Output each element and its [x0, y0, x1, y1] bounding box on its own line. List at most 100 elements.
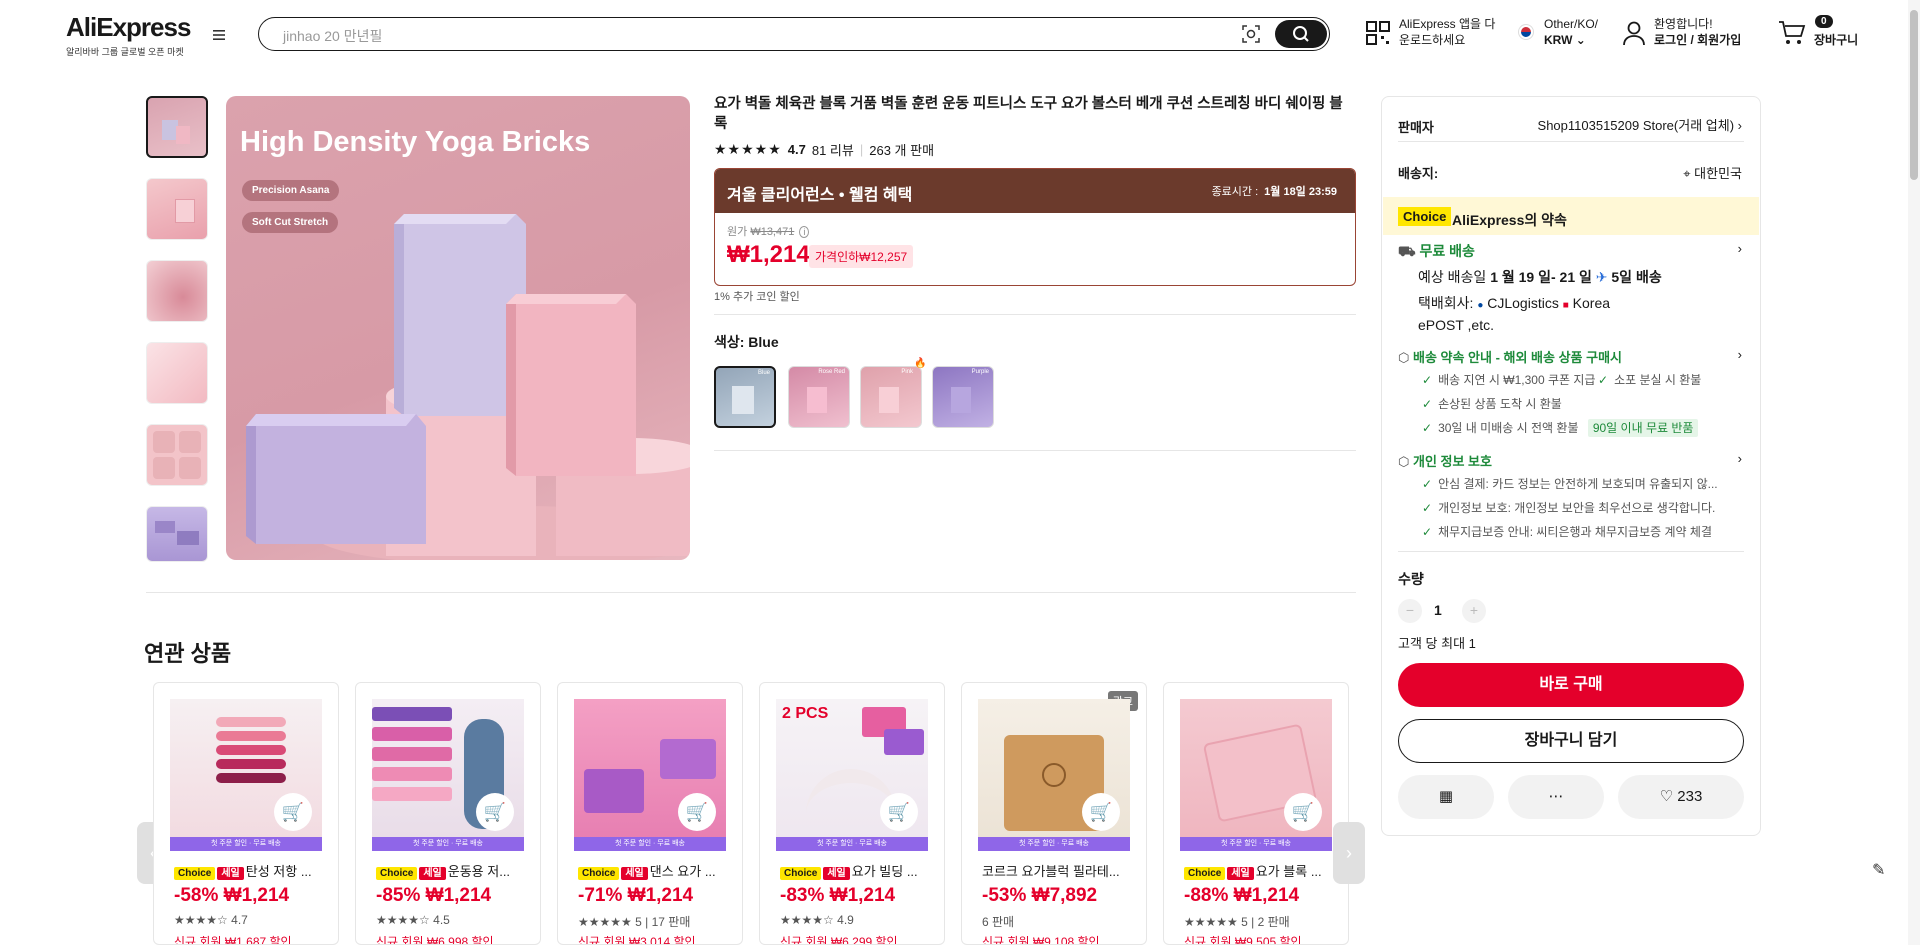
divider — [146, 592, 1356, 593]
card-price: -58% ₩1,214 — [174, 885, 290, 906]
add-to-cart-icon[interactable]: 🛒 — [274, 793, 312, 831]
promise-item: ✓ 손상된 상품 도착 시 환불 — [1422, 395, 1562, 412]
thumbnail[interactable] — [146, 424, 208, 486]
carrier-label: 택배회사: — [1418, 295, 1474, 311]
card-promo-strip: 첫 주문 할인 · 무료 배송 — [372, 837, 524, 851]
add-to-cart-icon[interactable]: 🛒 — [880, 793, 918, 831]
card-price: -53% ₩7,892 — [982, 885, 1098, 906]
check-icon: ✓ — [1422, 421, 1433, 435]
card-meta-text: 4.7 — [231, 913, 248, 927]
page-scrollbar[interactable] — [1908, 0, 1920, 945]
thumbnail[interactable] — [146, 96, 208, 158]
chevron-right-icon[interactable]: › — [1738, 347, 1742, 362]
info-icon[interactable]: i — [799, 226, 810, 238]
thumbnail[interactable] — [146, 178, 208, 240]
card-title: 댄스 요가 ... — [649, 864, 716, 879]
swatch-purple[interactable]: Purple — [932, 366, 994, 428]
eta-dates: 1 월 19 일- 21 일 — [1490, 269, 1592, 285]
quantity-decrease-button[interactable]: − — [1398, 599, 1422, 623]
region-selector[interactable]: Other/KO/ KRW ⌄ — [1518, 16, 1598, 48]
rating-row: ★★★★★ 4.7 81 리뷰 | 263 개 판매 — [714, 140, 934, 159]
privacy-item: ✓ 개인정보 보호: 개인정보 보안을 최우선으로 생각합니다. — [1422, 499, 1715, 516]
swatch-label: Blue — [757, 370, 770, 376]
add-to-cart-icon[interactable]: 🛒 — [1082, 793, 1120, 831]
thumbnail[interactable] — [146, 342, 208, 404]
add-to-cart-icon[interactable]: 🛒 — [678, 793, 716, 831]
card-image[interactable]: 첫 주문 할인 · 무료 배송 🛒 — [574, 699, 726, 851]
star-rating-icon: ★★★★★ — [1184, 915, 1238, 929]
edit-icon[interactable]: ✎ — [1872, 860, 1894, 882]
cart-label: 장바구니 — [1814, 33, 1859, 47]
add-to-cart-button[interactable]: 장바구니 담기 — [1398, 719, 1744, 763]
product-card[interactable]: 첫 주문 할인 · 무료 배송 🛒 Choice 세일 탄성 저항 ... -58%… — [153, 682, 339, 945]
menu-icon[interactable] — [210, 26, 230, 46]
quantity-increase-button[interactable]: + — [1462, 599, 1486, 623]
promo-end-time: 종료시간 : 1월 18일 23:59 — [1212, 183, 1337, 199]
original-price-value: ₩13,471 — [750, 226, 795, 238]
logo-text[interactable]: AliExpress — [66, 12, 191, 43]
header: AliExpress 알리바바 그룹 글로벌 오픈 마켓 jinhao 20 만… — [0, 0, 1920, 68]
delivery-promise[interactable]: ⬡ 배송 약속 안내 - 해외 배송 상품 구매시 — [1398, 347, 1622, 366]
app-download[interactable]: AliExpress 앱을 다 운로드하세요 — [1365, 16, 1495, 48]
currency: KRW ⌄ — [1544, 32, 1598, 48]
share-button[interactable]: ⋯ — [1508, 775, 1604, 819]
promise-item: ✓ 배송 지연 시 ₩1,300 쿠폰 지급 — [1422, 371, 1595, 388]
divider — [714, 314, 1356, 315]
card-image[interactable]: 2 PCS 첫 주문 할인 · 무료 배송 🛒 — [776, 699, 928, 851]
carrier-logo-icon: ■ — [1562, 300, 1569, 311]
thumbnail[interactable] — [146, 260, 208, 322]
thumbnail[interactable] — [146, 506, 208, 562]
card-meta-text: 5 | 2 판매 — [1241, 915, 1290, 929]
seller-link[interactable]: Shop1103515209 Store(거래 업체) › — [1538, 115, 1742, 134]
product-card[interactable]: 첫 주문 할인 · 무료 배송 🛒 Choice 세일 댄스 요가 ... -71%… — [557, 682, 743, 945]
carousel-next-button[interactable]: › — [1333, 822, 1365, 884]
coin-discount: 1% 추가 코인 할인 — [714, 291, 800, 303]
check-icon: ✓ — [1598, 373, 1609, 387]
card-promo-strip: 첫 주문 할인 · 무료 배송 — [170, 837, 322, 851]
region-line1: Other/KO/ — [1544, 17, 1599, 31]
product-card[interactable]: 2 PCS 첫 주문 할인 · 무료 배송 🛒 Choice 세일 요가 빌딩 ..… — [759, 682, 945, 945]
search-input[interactable]: jinhao 20 만년필 — [283, 26, 382, 46]
card-title: 탄성 저항 ... — [245, 864, 312, 879]
swatch-rose-red[interactable]: Rose Red — [788, 366, 850, 428]
ship-to-selector[interactable]: ⌖ 대한민국 — [1683, 163, 1742, 182]
store-button[interactable]: ▦ — [1398, 775, 1494, 819]
free-shipping[interactable]: ⛟ 무료 배송 — [1398, 241, 1475, 262]
card-image[interactable]: 첫 주문 할인 · 무료 배송 🛒 — [372, 699, 524, 851]
scrollbar-thumb[interactable] — [1910, 10, 1918, 180]
search-button[interactable] — [1275, 20, 1327, 48]
card-title: 요가 블록 ... — [1255, 864, 1322, 879]
promo-end-label: 종료시간 : — [1211, 186, 1259, 198]
privacy-section[interactable]: ⬡ 개인 정보 보호 — [1398, 451, 1492, 470]
privacy-item-text: 채무지급보증 안내: 씨티은행과 채무지급보증 계약 체결 — [1438, 525, 1712, 539]
main-product-image[interactable]: High Density Yoga Bricks Precision Asana… — [226, 96, 690, 560]
chevron-right-icon[interactable]: › — [1738, 241, 1742, 256]
product-card[interactable]: 첫 주문 할인 · 무료 배송 🛒 Choice 세일 운동용 저... -85% … — [355, 682, 541, 945]
swatch-blue[interactable]: Blue — [714, 366, 776, 428]
card-promo-strip: 첫 주문 할인 · 무료 배송 — [1180, 837, 1332, 851]
ship-to-label: 배송지: — [1398, 166, 1439, 181]
image-search-icon[interactable] — [1241, 24, 1261, 44]
card-image[interactable]: 첫 주문 할인 · 무료 배송 🛒 — [978, 699, 1130, 851]
buy-now-button[interactable]: 바로 구매 — [1398, 663, 1744, 707]
card-image[interactable]: 첫 주문 할인 · 무료 배송 🛒 — [170, 699, 322, 851]
reviews-link[interactable]: 81 리뷰 — [812, 140, 854, 159]
divider — [714, 450, 1356, 451]
add-to-cart-icon[interactable]: 🛒 — [476, 793, 514, 831]
product-card[interactable]: 첫 주문 할인 · 무료 배송 🛒 Choice 세일 요가 블록 ... -88%… — [1163, 682, 1349, 945]
check-icon: ✓ — [1422, 373, 1433, 387]
card-image[interactable]: 첫 주문 할인 · 무료 배송 🛒 — [1180, 699, 1332, 851]
swatch-pink[interactable]: Pink — [860, 366, 922, 428]
separator: | — [859, 142, 864, 157]
chevron-right-icon[interactable]: › — [1738, 451, 1742, 466]
account[interactable]: 환영합니다! 로그인 / 회원가입 — [1622, 16, 1741, 48]
wishlist-button[interactable]: ♡ 233 — [1618, 775, 1744, 819]
login-link[interactable]: 로그인 / 회원가입 — [1654, 32, 1741, 48]
logo[interactable]: AliExpress 알리바바 그룹 글로벌 오픈 마켓 — [66, 12, 191, 58]
rating-value: 4.7 — [787, 142, 806, 157]
product-card[interactable]: 광고 첫 주문 할인 · 무료 배송 🛒 코르크 요가블럭 필라테... -53… — [961, 682, 1147, 945]
quantity-value[interactable]: 1 — [1434, 602, 1442, 618]
card-name: Choice 세일 요가 블록 ... — [1184, 861, 1334, 880]
add-to-cart-icon[interactable]: 🛒 — [1284, 793, 1322, 831]
promise-item-text: 소포 분실 시 환불 — [1614, 373, 1702, 387]
